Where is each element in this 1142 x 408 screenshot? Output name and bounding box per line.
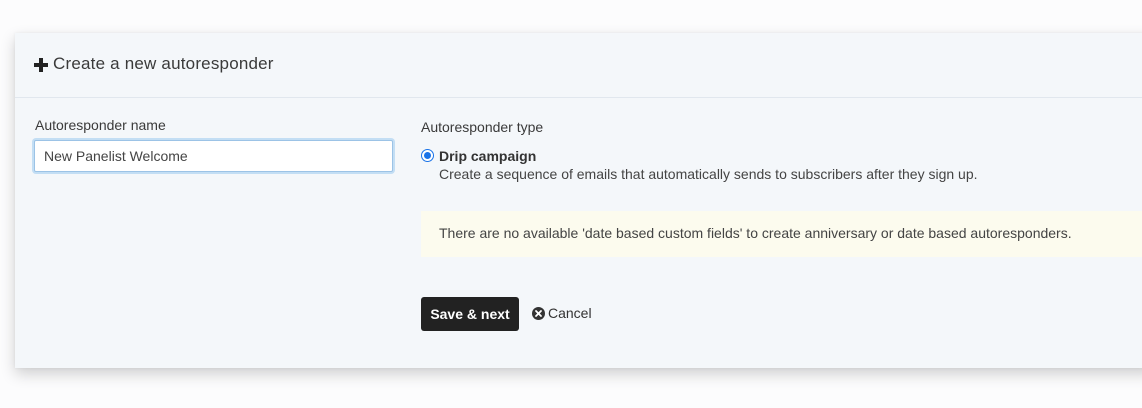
autoresponder-name-input[interactable] — [34, 140, 393, 172]
panel-header: Create a new autoresponder — [15, 33, 1142, 98]
cancel-link[interactable]: Cancel — [532, 305, 592, 321]
drip-campaign-title: Drip campaign — [439, 148, 537, 164]
plus-icon — [34, 57, 48, 72]
date-fields-notice: There are no available 'date based custo… — [421, 211, 1142, 257]
times-circle-icon — [532, 306, 545, 320]
autoresponder-type-label: Autoresponder type — [421, 119, 544, 135]
panel-title: Create a new autoresponder — [34, 54, 274, 74]
panel-title-text: Create a new autoresponder — [53, 54, 274, 73]
drip-campaign-description: Create a sequence of emails that automat… — [439, 166, 978, 182]
autoresponder-name-label: Autoresponder name — [35, 117, 166, 133]
radio-selected-dot — [424, 152, 431, 159]
save-next-button[interactable]: Save & next — [421, 297, 519, 331]
create-autoresponder-panel: Create a new autoresponder Autoresponder… — [15, 33, 1142, 368]
drip-campaign-radio[interactable] — [421, 149, 434, 162]
cancel-label: Cancel — [548, 305, 592, 321]
